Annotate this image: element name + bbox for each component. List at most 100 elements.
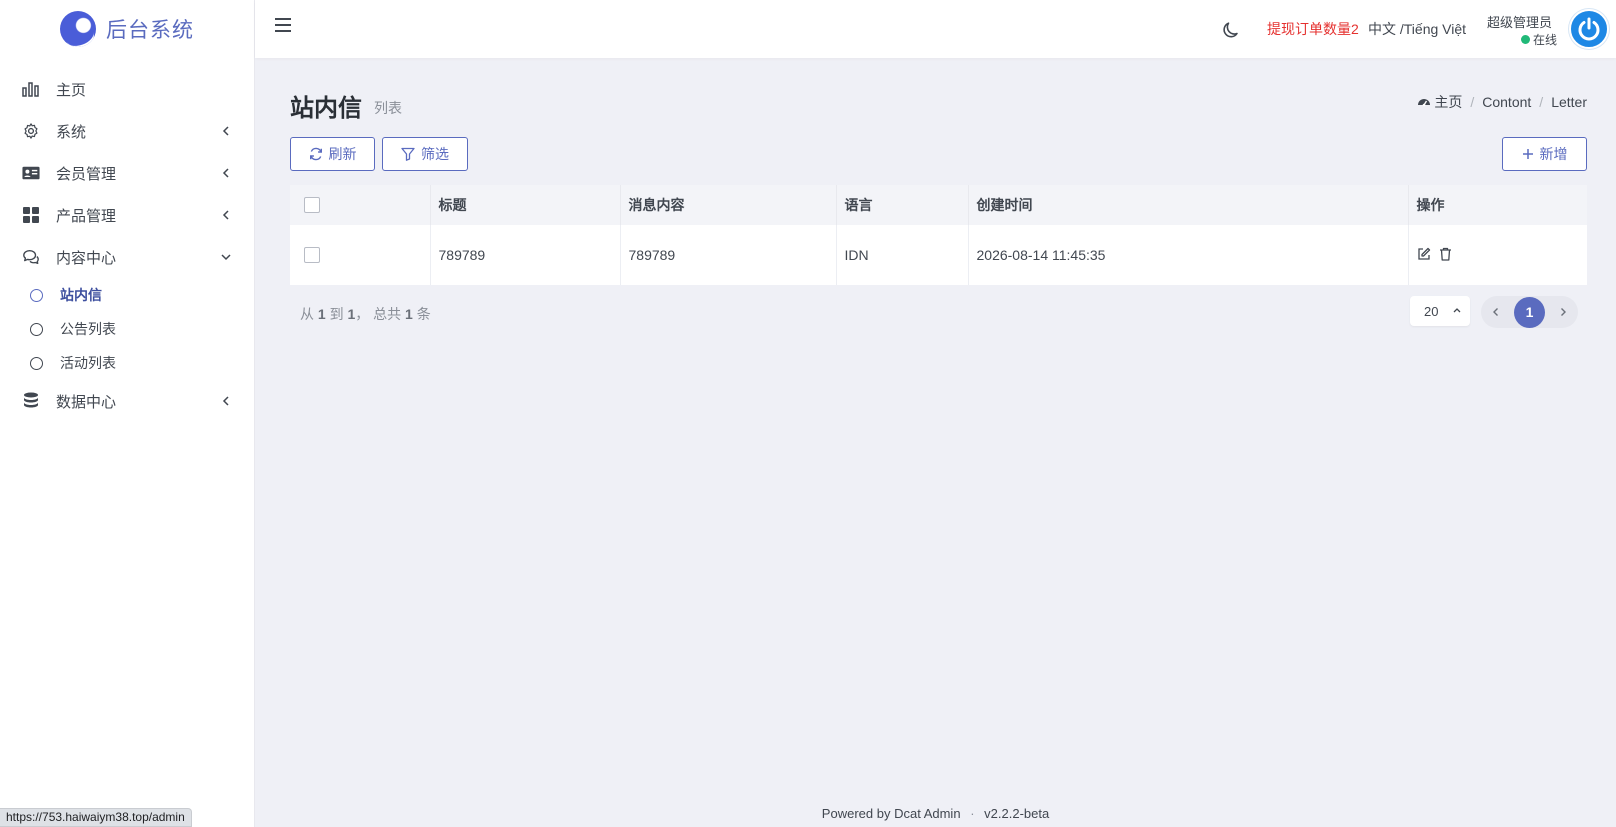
breadcrumb: 主页 / Contont / Letter [1417,92,1587,112]
next-page-icon[interactable] [1558,304,1568,320]
sidebar-subitem-label: 活动列表 [60,355,116,371]
chevron-down-icon [220,250,232,262]
footer-separator: · [970,806,975,821]
summary-text: ， 总共 [355,306,402,322]
summary-text: 到 [329,306,344,322]
sidebar-item-content[interactable]: 内容中心 [0,236,254,278]
footer: Powered by Dcat Admin · v2.2.2-beta [255,806,1616,821]
table-cell: 789789 [430,225,621,285]
brand-title: 后台系统 [106,19,194,42]
sidebar: 后台系统 主页 系统 会员管理 产品管理 内容中心 站内信 公告列表 活动列表 … [0,0,255,827]
sidebar-item-members[interactable]: 会员管理 [0,152,254,194]
table-header-row: 标题 消息内容 语言 创建时间 操作 [290,185,1587,225]
footer-powered-link[interactable]: Dcat Admin [894,806,960,821]
table-header[interactable]: 语言 [836,185,969,225]
pagination-summary: 从 1 到 1， 总共 1 条 [300,304,431,324]
sidebar-item-label: 产品管理 [56,207,117,225]
sidebar-item-home[interactable]: 主页 [0,68,254,110]
footer-powered-prefix: Powered by [821,806,891,821]
chevron-up-icon [1453,308,1461,313]
sidebar-subitem-notices[interactable]: 公告列表 [0,312,254,346]
per-page-value: 20 [1424,303,1439,319]
filter-button[interactable]: 筛选 [382,137,468,171]
refresh-button[interactable]: 刷新 [290,137,375,171]
page-title: 站内信 [290,95,362,122]
moon-icon[interactable] [1221,20,1241,40]
table-header[interactable]: 标题 [430,185,621,225]
breadcrumb-home-label: 主页 [1434,94,1463,110]
breadcrumb-item: Letter [1551,94,1587,110]
chat-icon [22,248,40,266]
table-cell-actions [1408,225,1587,285]
plus-icon [1522,149,1533,159]
user-name[interactable]: 超级管理员 [1487,12,1552,31]
bar-chart-icon [22,80,40,98]
trash-icon[interactable] [1439,247,1452,264]
table-cell: 2026-08-14 11:45:35 [968,225,1409,285]
data-table: 标题 消息内容 语言 创建时间 操作 789789 789789 IDN 202… [290,185,1587,285]
breadcrumb-home[interactable]: 主页 [1417,92,1462,112]
database-icon [22,392,40,410]
table-cell: IDN [836,225,969,285]
sidebar-item-products[interactable]: 产品管理 [0,194,254,236]
menu-toggle-icon[interactable] [275,18,291,32]
table-cell: 789789 [620,225,837,285]
user-status-label: 在线 [1533,33,1558,47]
chevron-left-icon [220,394,232,406]
withdraw-order-count[interactable]: 提现订单数量2 [1267,19,1359,39]
sidebar-item-data[interactable]: 数据中心 [0,380,254,422]
pagination: 1 [1481,296,1578,328]
footer-version: v2.2.2-beta [984,806,1050,821]
table-header[interactable]: 消息内容 [620,185,837,225]
user-status: 在线 [1521,31,1557,48]
row-checkbox[interactable] [304,247,320,263]
breadcrumb-item[interactable]: Contont [1482,94,1531,110]
page-number-current[interactable]: 1 [1514,296,1545,328]
sidebar-item-label: 数据中心 [56,393,117,411]
filter-icon [401,147,415,161]
breadcrumb-separator: / [1470,94,1475,110]
id-card-icon [22,164,40,182]
chevron-left-icon [220,208,232,220]
circle-icon [30,356,43,370]
summary-total: 1 [405,306,413,322]
summary-text: 从 [300,306,314,322]
add-new-button[interactable]: 新增 [1502,137,1587,171]
top-navbar: 提现订单数量2 中文 /Tiếng Việt 超级管理员 在线 [255,0,1616,58]
table-cell-select [290,225,431,285]
grid-icon [22,206,40,224]
sidebar-item-system[interactable]: 系统 [0,110,254,152]
refresh-button-label: 刷新 [328,146,357,162]
sidebar-item-label: 主页 [56,81,87,99]
breadcrumb-separator: / [1539,94,1544,110]
chevron-left-icon [220,124,232,136]
language-switch[interactable]: 中文 /Tiếng Việt [1368,19,1466,39]
sidebar-item-label: 内容中心 [56,249,117,267]
circle-icon [30,288,43,302]
power-icon [1578,17,1600,41]
table-header: 操作 [1408,185,1587,225]
select-all-checkbox[interactable] [304,197,320,213]
table-header-select [290,185,431,225]
edit-icon[interactable] [1417,247,1431,264]
brand[interactable]: 后台系统 [0,0,254,58]
avatar[interactable] [1569,9,1609,49]
table-header[interactable]: 创建时间 [968,185,1409,225]
chevron-left-icon [220,166,232,178]
dashboard-icon [1418,99,1431,107]
online-dot-icon [1521,35,1530,44]
sidebar-subitem-label: 公告列表 [60,321,116,337]
brand-logo [60,11,96,47]
per-page-select[interactable]: 20 [1410,296,1470,326]
sidebar-subitem-activities[interactable]: 活动列表 [0,346,254,380]
sidebar-menu: 主页 系统 会员管理 产品管理 内容中心 站内信 公告列表 活动列表 数据中心 [0,68,254,422]
prev-page-icon[interactable] [1491,304,1501,320]
summary-text: 条 [416,306,431,322]
summary-from: 1 [317,306,326,322]
sidebar-subitem-letter[interactable]: 站内信 [0,278,254,312]
table-row: 789789 789789 IDN 2026-08-14 11:45:35 [290,225,1587,285]
add-new-button-label: 新增 [1539,146,1568,162]
page-subtitle: 列表 [374,100,402,116]
refresh-icon [309,147,322,161]
sidebar-subitem-label: 站内信 [60,287,102,303]
